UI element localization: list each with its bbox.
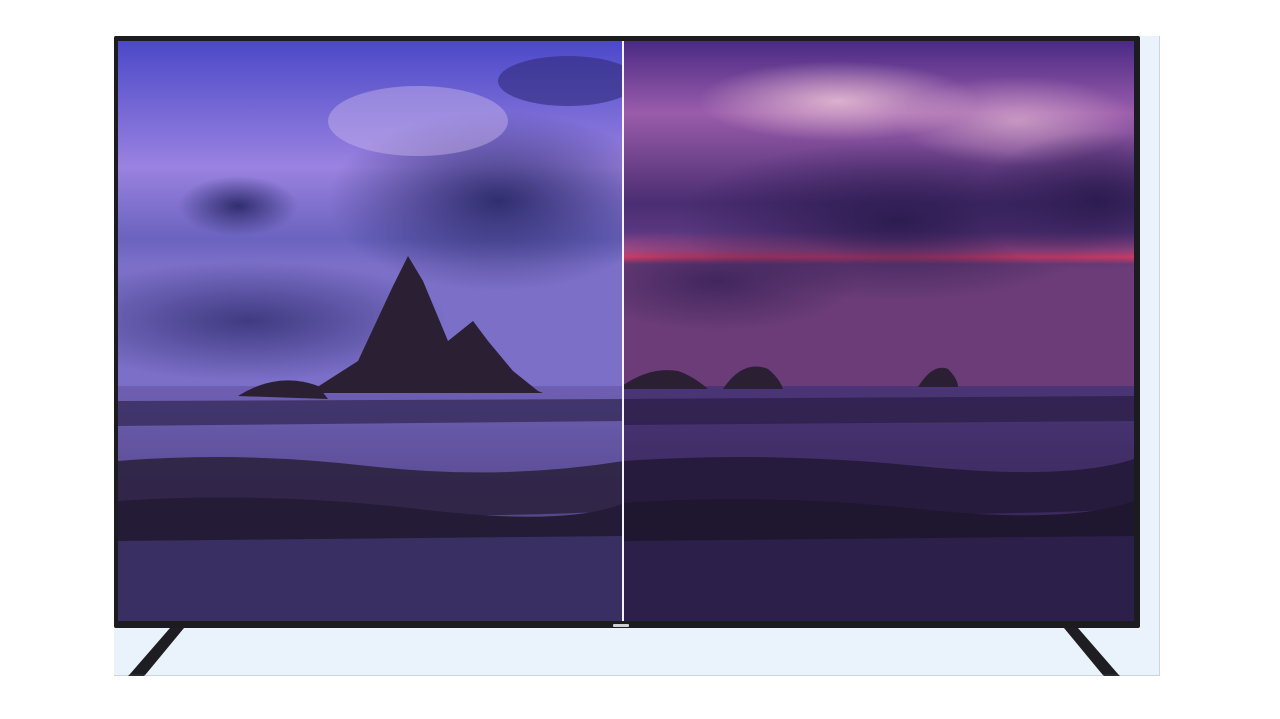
screen-scene [118, 41, 1134, 621]
product-image [0, 0, 1280, 719]
left-half-scene [118, 41, 624, 621]
tv-stand-left [128, 628, 184, 676]
tv-screen [118, 41, 1134, 621]
tv-stand-right [1064, 628, 1120, 676]
comparison-divider [622, 41, 624, 621]
tv-logo [613, 624, 629, 627]
right-half-scene [624, 41, 1134, 621]
